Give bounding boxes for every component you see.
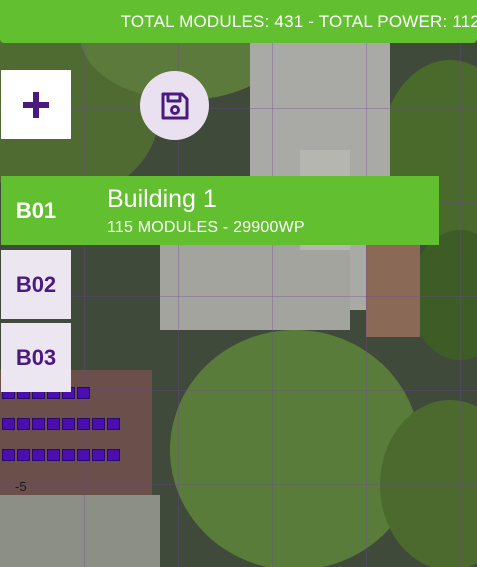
solar-panel[interactable] [32,449,45,461]
building-details: Building 1 115 MODULES - 29900WP [107,185,305,237]
solar-panel[interactable] [32,418,45,430]
solar-panel-row[interactable] [2,418,120,430]
building-stats: 115 MODULES - 29900WP [107,218,305,236]
building-item-b02[interactable]: B02 [1,250,71,319]
solar-panel[interactable] [47,418,60,430]
solar-panel[interactable] [77,418,90,430]
solar-panel[interactable] [2,418,15,430]
plus-icon [23,91,49,118]
solar-panel[interactable] [62,418,75,430]
save-button[interactable] [140,71,209,140]
solar-panel[interactable] [62,449,75,461]
solar-panel[interactable] [107,418,120,430]
floppy-disk-icon [161,92,188,119]
solar-panel[interactable] [77,449,90,461]
totals-text: TOTAL MODULES: 431 - TOTAL POWER: 112. [120,11,477,31]
solar-panel[interactable] [2,449,15,461]
map-grid [0,0,477,567]
building-item-b03[interactable]: B03 [1,323,71,392]
solar-panel[interactable] [77,387,90,399]
solar-panel[interactable] [17,449,30,461]
totals-banner: TOTAL MODULES: 431 - TOTAL POWER: 112. [0,0,477,43]
building-name: Building 1 [107,184,217,213]
solar-panel[interactable] [92,449,105,461]
building-code: B03 [15,344,57,370]
solar-panel[interactable] [92,418,105,430]
aerial-map[interactable]: -5 [0,0,477,567]
building-code: B02 [15,271,57,297]
solar-panel-row[interactable] [2,449,120,461]
solar-panel[interactable] [47,449,60,461]
solar-panel[interactable] [17,418,30,430]
add-building-button[interactable] [1,70,71,139]
building-item-b01[interactable]: B01 Building 1 115 MODULES - 29900WP [1,176,439,245]
map-scale-label: -5 [15,479,27,494]
solar-panel[interactable] [107,449,120,461]
building-code: B01 [15,197,57,223]
